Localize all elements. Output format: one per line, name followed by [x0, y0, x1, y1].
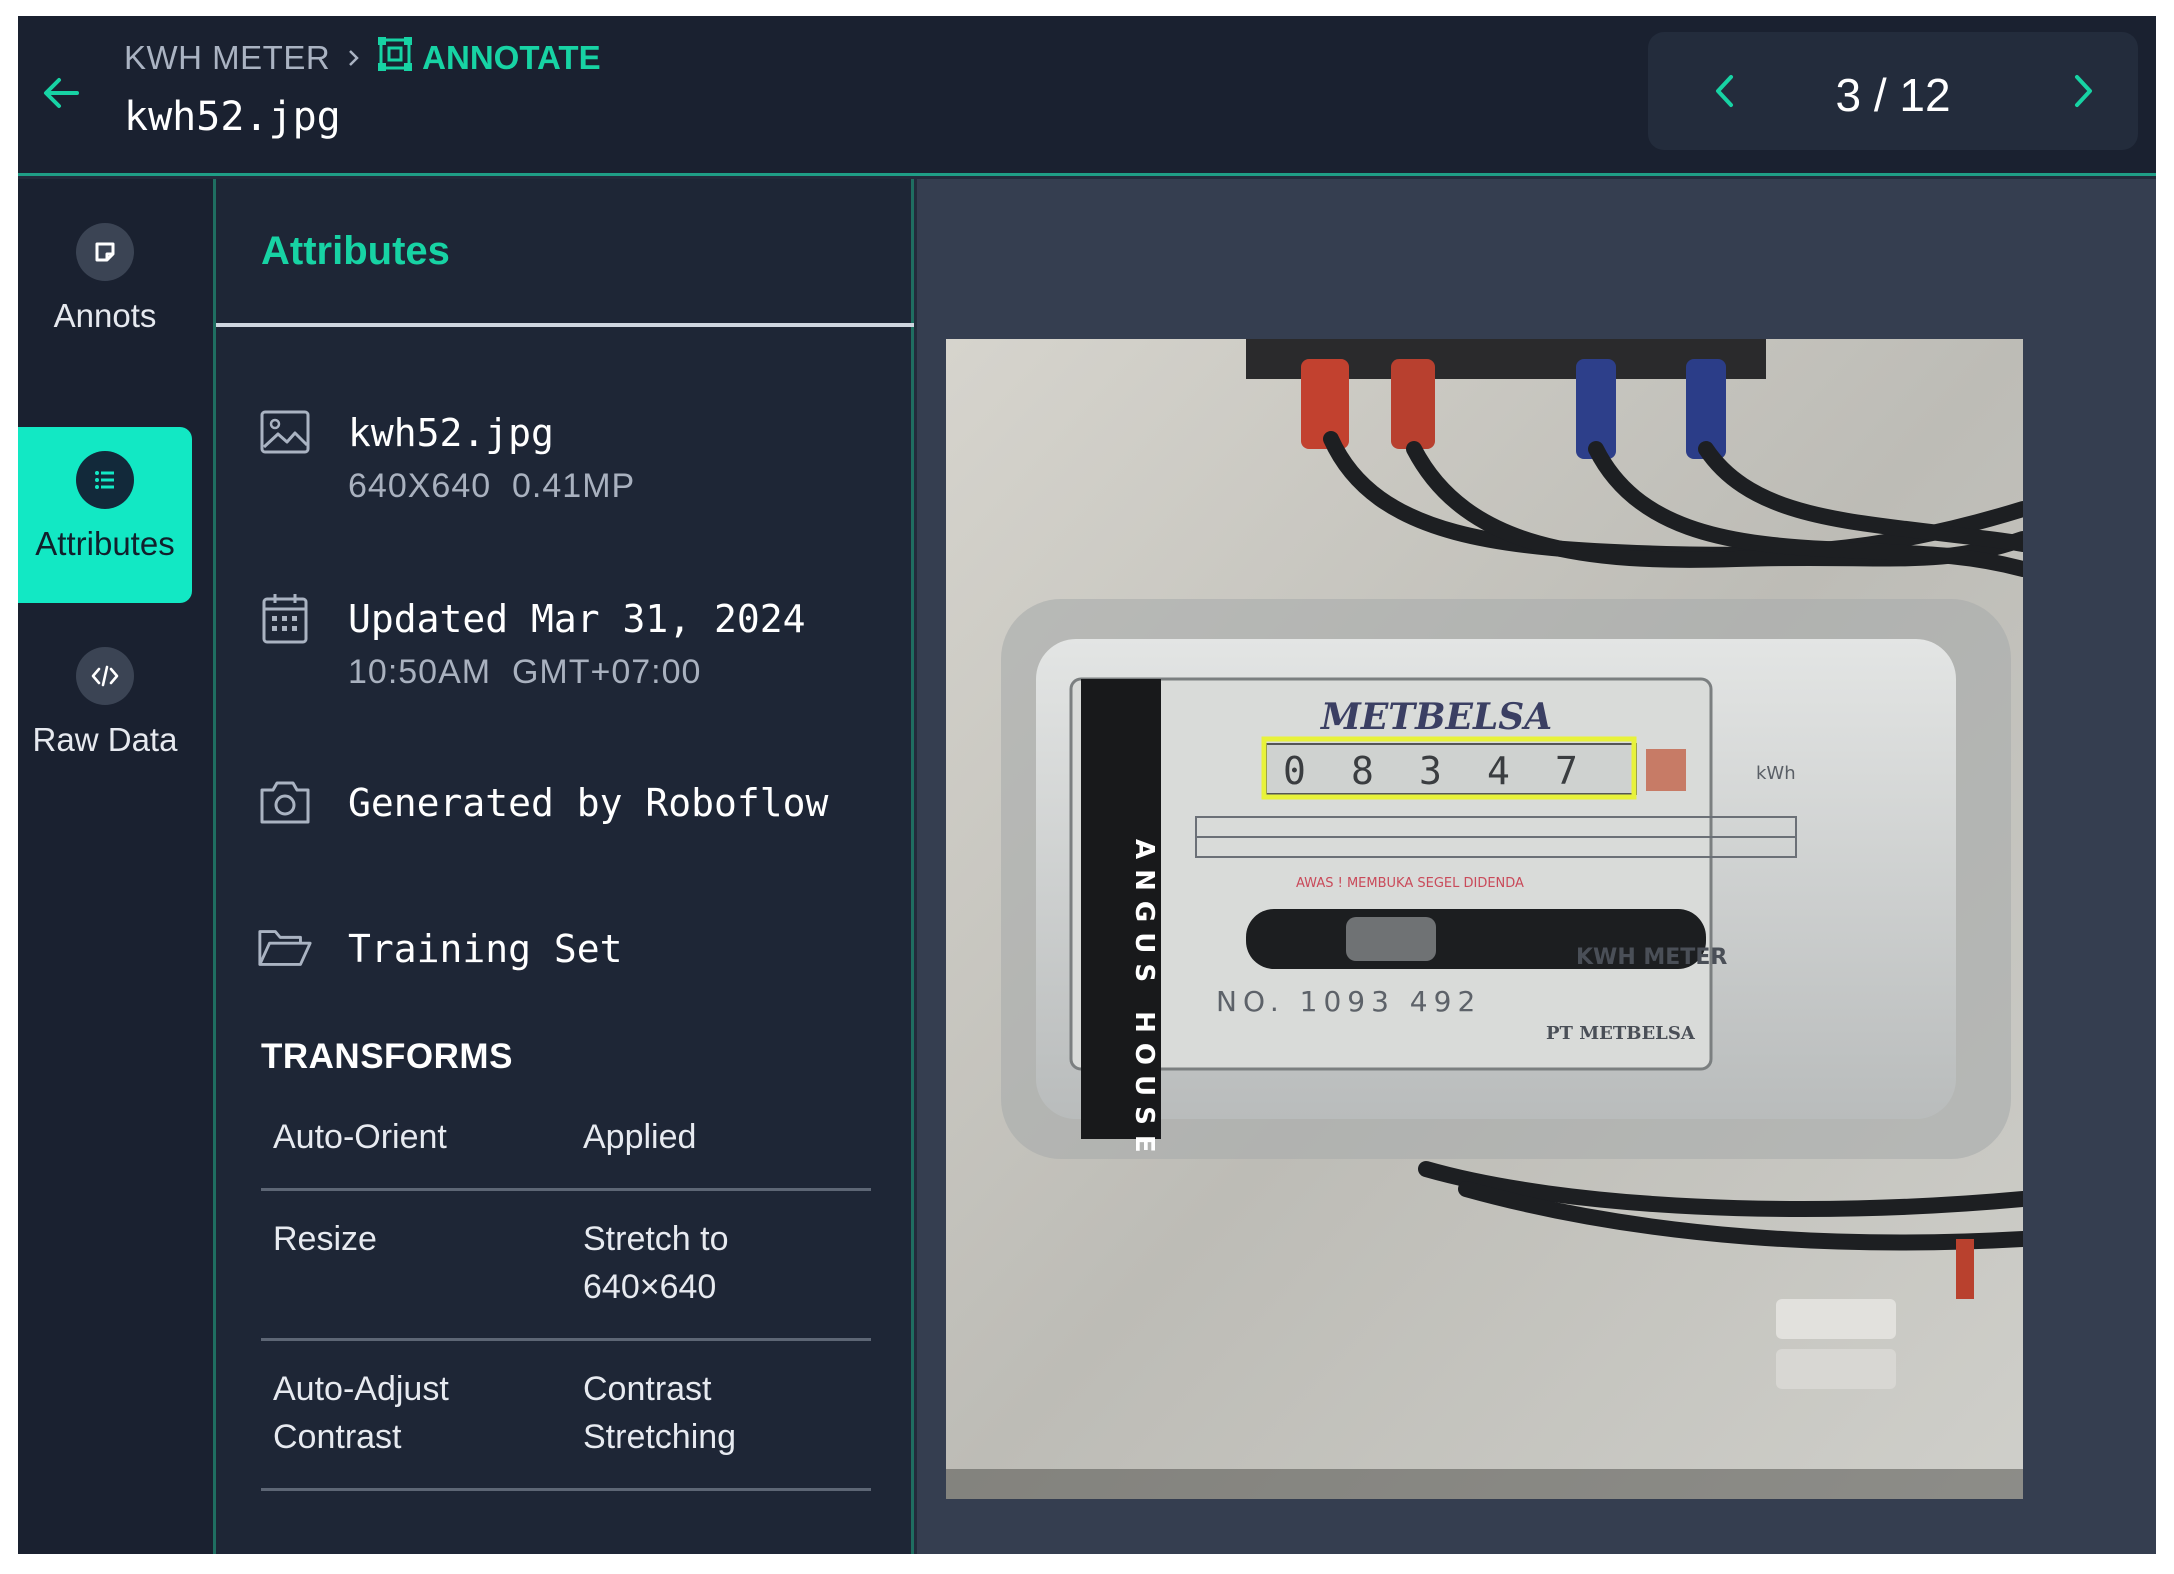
sidebar-rail: Annots Attributes Raw Data	[18, 179, 216, 1554]
pager-count: 3 / 12	[1835, 69, 1951, 121]
maker-label: PT METBELSA	[1546, 1023, 1696, 1044]
svg-text:AWAS ! MEMBUKA SEGEL DIDENDA: AWAS ! MEMBUKA SEGEL DIDENDA	[1296, 876, 1524, 891]
top-bar: KWH METER ANNOTATE kwh52.jpg 3 / 12	[18, 16, 2156, 176]
camera-icon	[256, 775, 314, 829]
generated-info: Generated by Roboflow	[256, 775, 828, 831]
back-arrow-icon[interactable]	[32, 64, 90, 122]
transforms-heading: TRANSFORMS	[261, 1037, 513, 1076]
sidebar-item-annots[interactable]: Annots	[18, 199, 192, 375]
chevron-right-icon[interactable]	[2054, 62, 2112, 120]
sidebar-item-label: Raw Data	[32, 721, 178, 758]
annotate-icon	[378, 37, 413, 79]
breadcrumb: KWH METER ANNOTATE	[124, 37, 601, 79]
breadcrumb-annotate[interactable]: ANNOTATE	[378, 37, 601, 79]
code-icon	[76, 647, 134, 705]
annotated-image[interactable]: ANGUS HOUSE METBELSA 0 8 3 4 7 kWh AWAS …	[946, 339, 2023, 1499]
list-icon	[76, 451, 134, 509]
chevron-left-icon[interactable]	[1696, 62, 1754, 120]
transform-value: Stretch to 640×640	[583, 1220, 729, 1306]
updated-time: 10:50AM GMT+07:00	[348, 653, 702, 691]
counter-digit: 4	[1487, 749, 1510, 793]
transform-name: Auto-Orient	[273, 1118, 447, 1156]
generated-by: Generated by Roboflow	[348, 781, 829, 825]
table-row: Auto-Orient Applied	[261, 1099, 871, 1191]
counter-digit: 8	[1351, 749, 1374, 793]
transform-value: Contrast Stretching	[583, 1370, 737, 1456]
breadcrumb-annotate-label: ANNOTATE	[422, 39, 601, 76]
sidebar-item-label: Annots	[53, 297, 157, 334]
meter-brand: METBELSA	[1319, 696, 1552, 738]
breadcrumb-project[interactable]: KWH METER	[124, 39, 330, 77]
table-row: Auto-Adjust Contrast Contrast Stretching	[261, 1341, 871, 1491]
unit-label: kWh	[1756, 763, 1796, 784]
file-dimensions: 640X640 0.41MP	[348, 467, 636, 505]
updated-info: Updated Mar 31, 2024 10:50AM GMT+07:00	[256, 591, 806, 692]
model-label: KWH METER	[1576, 945, 1727, 970]
counter-digit: 3	[1419, 749, 1442, 793]
chevron-right-icon	[342, 46, 366, 70]
transforms-table: Auto-Orient Applied Resize Stretch to 64…	[261, 1099, 871, 1491]
transform-value: Applied	[583, 1118, 697, 1156]
tag-text: ANGUS HOUSE	[1129, 839, 1159, 1163]
sidebar-item-attributes[interactable]: Attributes	[18, 427, 192, 603]
image-viewer[interactable]: ANGUS HOUSE METBELSA 0 8 3 4 7 kWh AWAS …	[917, 179, 2156, 1554]
serial-number: NO. 1093 492	[1216, 985, 1481, 1018]
transform-name: Auto-Adjust Contrast	[273, 1370, 449, 1456]
counter-digit: 7	[1555, 749, 1578, 793]
updated-date: Updated Mar 31, 2024	[348, 597, 806, 641]
table-row: Resize Stretch to 640×640	[261, 1191, 871, 1341]
split-info: Training Set	[256, 921, 623, 977]
transform-name: Resize	[273, 1220, 377, 1258]
attributes-panel: Attributes kwh52.jpg 640X640 0.41MP Upda…	[216, 179, 914, 1554]
meter-photo: ANGUS HOUSE METBELSA 0 8 3 4 7 kWh AWAS …	[946, 339, 2023, 1499]
file-title: kwh52.jpg	[124, 94, 341, 140]
image-pager: 3 / 12	[1648, 32, 2138, 150]
file-name: kwh52.jpg	[348, 411, 554, 455]
folder-icon	[256, 921, 314, 975]
counter-digit: 0	[1283, 749, 1306, 793]
sidebar-item-raw-data[interactable]: Raw Data	[18, 623, 192, 799]
calendar-icon	[256, 591, 314, 645]
annotate-app: KWH METER ANNOTATE kwh52.jpg 3 / 12 Anno…	[18, 16, 2156, 1554]
panel-title: Attributes	[261, 229, 450, 273]
image-icon	[256, 405, 314, 459]
file-info: kwh52.jpg 640X640 0.41MP	[256, 405, 635, 506]
panel-header: Attributes	[216, 179, 914, 327]
annotation-icon	[76, 223, 134, 281]
sidebar-item-label: Attributes	[35, 525, 175, 562]
dataset-split: Training Set	[348, 927, 623, 971]
